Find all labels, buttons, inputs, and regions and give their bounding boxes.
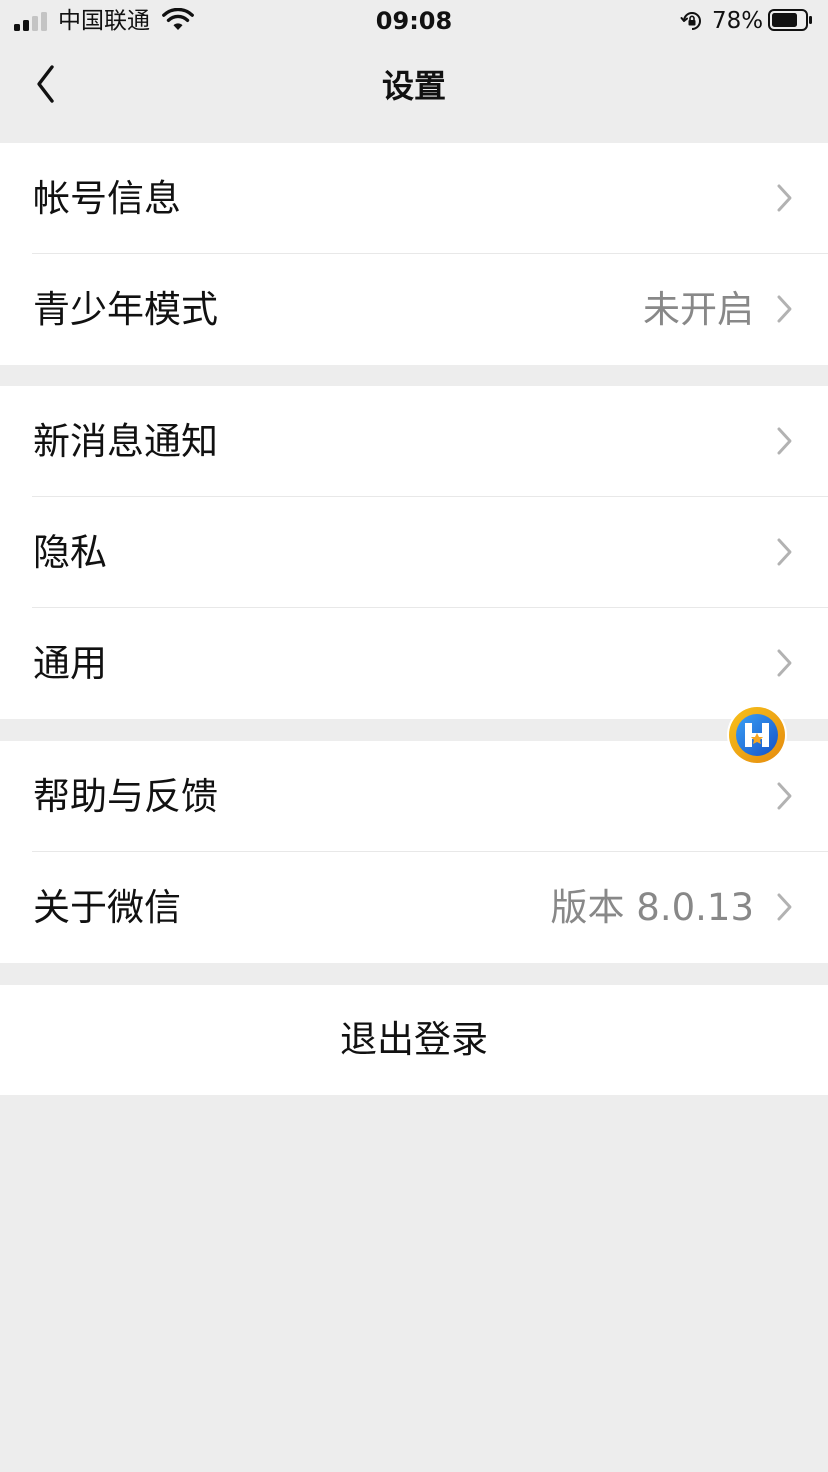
floating-assistant-icon[interactable] <box>725 703 789 767</box>
chevron-right-icon <box>777 295 792 323</box>
battery-icon <box>768 9 812 31</box>
row-label: 帐号信息 <box>33 177 181 220</box>
status-bar: 中国联通 09:08 78% <box>0 0 828 42</box>
logout-label: 退出登录 <box>340 1018 488 1061</box>
battery-percentage: 78% <box>712 8 764 34</box>
chevron-right-icon <box>777 538 792 566</box>
version-text: 版本 8.0.13 <box>550 886 754 929</box>
settings-row-help-feedback[interactable]: 帮助与反馈 <box>0 741 828 852</box>
chevron-right-icon <box>777 649 792 677</box>
row-label: 隐私 <box>33 531 107 574</box>
settings-group-general: 新消息通知 隐私 通用 <box>0 386 828 719</box>
row-label: 通用 <box>33 642 107 685</box>
settings-row-youth-mode[interactable]: 青少年模式 未开启 <box>0 254 828 365</box>
chevron-right-icon <box>777 184 792 212</box>
chevron-right-icon <box>777 782 792 810</box>
row-label: 帮助与反馈 <box>33 775 218 818</box>
settings-group-about: 帮助与反馈 关于微信 版本 8.0.13 <box>0 741 828 963</box>
chevron-right-icon <box>777 893 792 921</box>
row-label: 关于微信 <box>33 886 181 929</box>
row-label: 青少年模式 <box>33 288 218 331</box>
row-label: 新消息通知 <box>33 420 218 463</box>
settings-row-notifications[interactable]: 新消息通知 <box>0 386 828 497</box>
settings-row-account-info[interactable]: 帐号信息 <box>0 143 828 254</box>
settings-row-about-wechat[interactable]: 关于微信 版本 8.0.13 <box>0 852 828 963</box>
navigation-bar: 设置 <box>0 42 828 142</box>
orientation-lock-icon <box>680 12 701 30</box>
youth-mode-status: 未开启 <box>643 288 754 331</box>
logout-button[interactable]: 退出登录 <box>0 985 828 1095</box>
settings-row-general[interactable]: 通用 <box>0 608 828 719</box>
settings-group-account: 帐号信息 青少年模式 未开启 <box>0 143 828 365</box>
settings-row-privacy[interactable]: 隐私 <box>0 497 828 608</box>
chevron-right-icon <box>777 427 792 455</box>
page-title: 设置 <box>381 67 446 105</box>
